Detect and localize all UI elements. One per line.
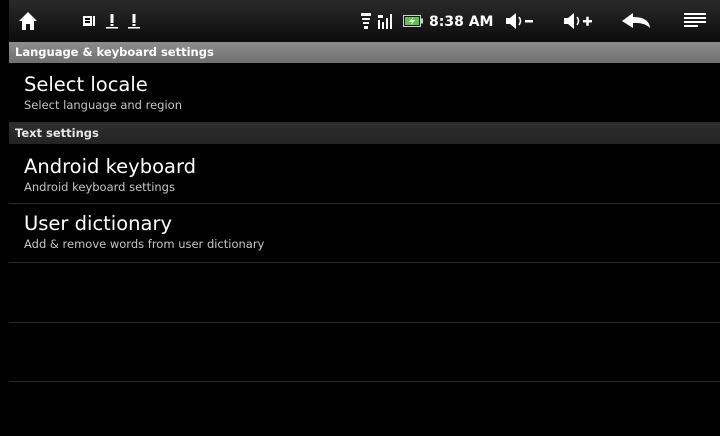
pref-title: Select locale: [24, 73, 148, 96]
pref-user-dictionary[interactable]: User dictionary Add & remove words from …: [9, 204, 720, 263]
volume-down-icon[interactable]: [503, 0, 537, 42]
pref-android-keyboard[interactable]: Android keyboard Android keyboard settin…: [9, 145, 720, 204]
status-time: 8:38 AM: [429, 14, 494, 30]
pref-title: Android keyboard: [24, 155, 197, 178]
section-header-language-keyboard: Language & keyboard settings: [9, 42, 720, 63]
settings-screen: 8:38 AM Language & keyboard settings Sel…: [9, 0, 720, 436]
back-icon[interactable]: [619, 0, 653, 42]
section-header-text-settings: Text settings: [9, 123, 720, 144]
empty-list-row: [9, 322, 720, 382]
battery-charging-icon: [401, 0, 425, 42]
volume-up-icon[interactable]: [561, 0, 597, 42]
empty-list-row: [9, 263, 720, 323]
pref-summary: Select language and region: [24, 98, 182, 112]
pref-title: User dictionary: [24, 212, 173, 235]
notification-storage-icon: [81, 0, 97, 42]
warning-icon: [126, 0, 142, 42]
wifi-icon: [359, 0, 373, 42]
warning-icon: [104, 0, 120, 42]
signal-icon: [375, 0, 395, 42]
status-bar: 8:38 AM: [9, 0, 720, 42]
pref-summary: Android keyboard settings: [24, 180, 175, 194]
pref-select-locale[interactable]: Select locale Select language and region: [9, 63, 720, 123]
menu-icon[interactable]: [682, 0, 708, 42]
pref-summary: Add & remove words from user dictionary: [24, 237, 265, 251]
home-icon[interactable]: [15, 0, 41, 42]
